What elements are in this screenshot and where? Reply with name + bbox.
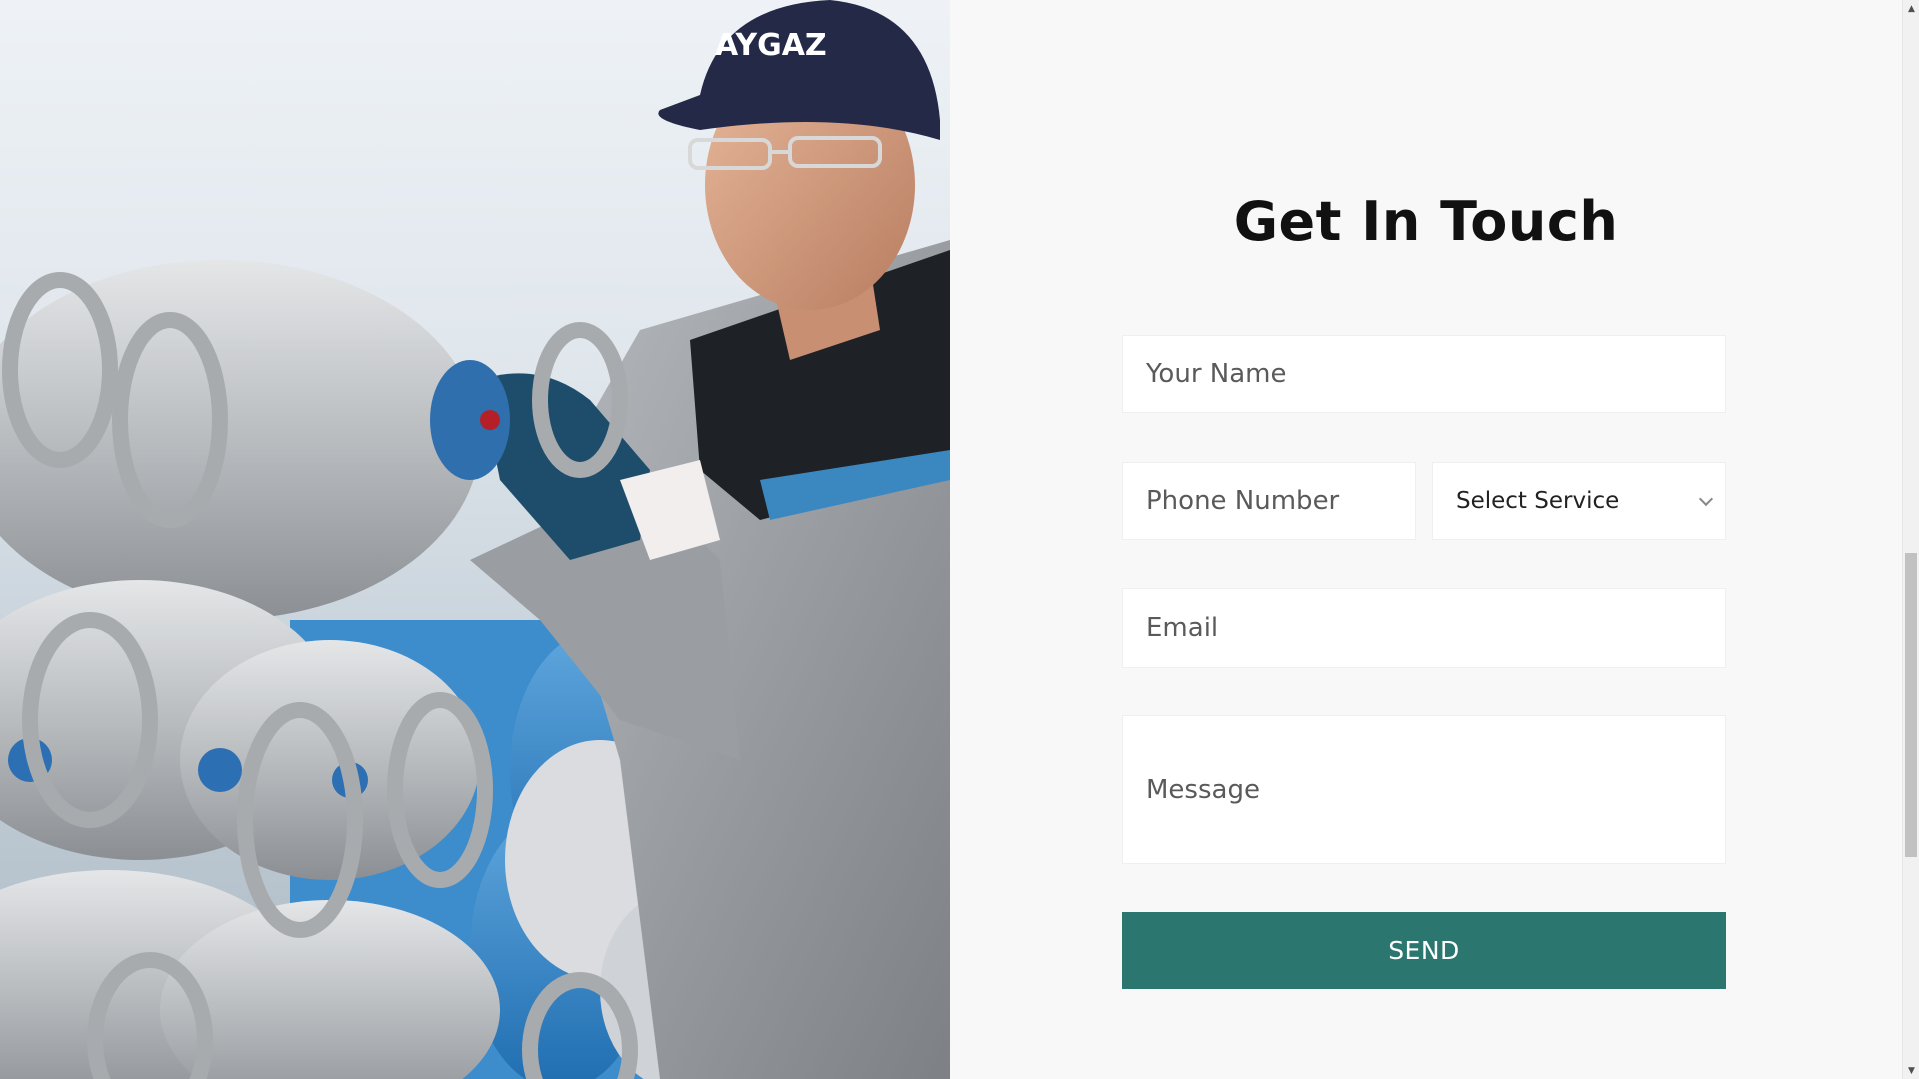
message-textarea-placeholder: Message [1146, 774, 1260, 805]
contact-form-section: Get In Touch Your Name Phone Number Sele… [950, 0, 1902, 1079]
scrollbar-thumb[interactable] [1905, 553, 1917, 857]
page-title: Get In Touch [1233, 190, 1619, 253]
cap-logo-text: AYGAZ [715, 28, 827, 63]
scroll-down-arrow-icon[interactable]: ▼ [1903, 1062, 1919, 1079]
email-field-placeholder: Email [1146, 613, 1219, 643]
name-field-placeholder: Your Name [1146, 359, 1287, 389]
phone-field-placeholder: Phone Number [1146, 486, 1340, 516]
service-select[interactable]: Select Service [1432, 462, 1726, 540]
service-select-value: Select Service [1456, 488, 1620, 514]
name-field[interactable]: Your Name [1122, 335, 1726, 413]
page-scrollbar[interactable]: ▲ ▼ [1902, 0, 1919, 1079]
message-textarea[interactable]: Message [1122, 715, 1726, 864]
worker-with-gas-cylinders-image: AYGAZ [0, 0, 950, 1079]
hero-photo: AYGAZ [0, 0, 950, 1079]
phone-field[interactable]: Phone Number [1122, 462, 1416, 540]
page: AYGAZ Get In Touch Your Name Phone Numbe… [0, 0, 1919, 1079]
chevron-down-icon [1698, 491, 1714, 507]
send-button[interactable]: SEND [1122, 912, 1726, 989]
scroll-up-arrow-icon[interactable]: ▲ [1903, 0, 1919, 17]
email-field[interactable]: Email [1122, 588, 1726, 668]
